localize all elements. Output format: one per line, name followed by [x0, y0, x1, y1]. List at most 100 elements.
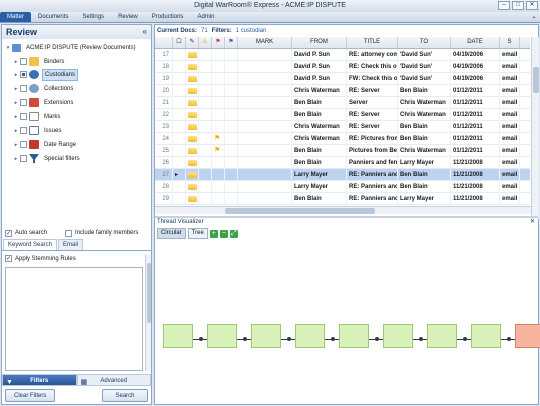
tab-keyword-search[interactable]: Keyword Search [3, 239, 58, 250]
folder-icon[interactable] [188, 195, 197, 202]
table-row[interactable]: 25 ⚑ Ben Blain Pictures from Bel Chris Water… [155, 144, 530, 157]
table-row[interactable]: 17 David P. Sun RE: attorney com 'David Sun… [155, 48, 530, 61]
tab-settings[interactable]: Settings [75, 12, 111, 22]
folder-icon[interactable] [186, 84, 199, 97]
red-flag-column-icon[interactable]: ⚑ [212, 37, 225, 48]
table-row[interactable]: 22 Ben Blain RE: Server Chris Waterman 01/12… [155, 108, 530, 121]
thread-node[interactable] [383, 324, 413, 348]
folder-icon[interactable] [188, 159, 197, 166]
folder-icon[interactable] [186, 132, 199, 145]
tab-filters[interactable]: ▼ Filters [2, 374, 77, 386]
thread-node[interactable] [207, 324, 237, 348]
tree-item-custodians[interactable]: ▸ Custodians [12, 68, 79, 81]
folder-icon[interactable] [188, 147, 197, 154]
expand-arrow-icon[interactable]: ▸ [12, 59, 20, 65]
folder-icon[interactable] [188, 99, 197, 106]
thread-node[interactable] [163, 324, 193, 348]
table-row[interactable]: 20 Chris Waterman RE: Server Ben Blain 01/12… [155, 84, 530, 97]
maximize-button[interactable]: □ [512, 1, 524, 10]
tab-admin[interactable]: Admin [190, 12, 221, 22]
folder-icon[interactable] [188, 87, 197, 94]
search-button[interactable]: Search [102, 389, 148, 402]
expand-arrow-icon[interactable]: ▸ [12, 72, 20, 78]
tree-item-special-filters[interactable]: ▸ Special filters [12, 152, 82, 165]
fit-view-icon[interactable]: ⤢ [229, 229, 238, 238]
tree-item-extensions[interactable]: ▸ Extensions [12, 96, 75, 109]
table-row[interactable]: 18 David P. Sun RE: Check this ou 'David Su… [155, 60, 530, 73]
checkbox-binders[interactable] [20, 58, 27, 65]
thread-node[interactable] [295, 324, 325, 348]
collapse-arrow-icon[interactable]: ▾ [4, 45, 12, 51]
folder-icon[interactable] [188, 123, 197, 130]
stemming-checkbox[interactable] [5, 255, 12, 262]
tab-circular[interactable]: Circular [157, 228, 186, 239]
blue-flag-column-icon[interactable]: ⚑ [225, 37, 238, 48]
column-to[interactable]: TO [398, 37, 451, 48]
table-row[interactable]: 26 Ben Blain Panniers and fen Larry Mayer 11… [155, 156, 530, 169]
close-visualizer-icon[interactable]: ✕ [530, 218, 535, 227]
folder-icon[interactable] [188, 51, 197, 58]
folder-icon[interactable] [186, 168, 199, 181]
checkbox-issues[interactable] [20, 127, 27, 134]
expand-arrow-icon[interactable]: ▸ [12, 86, 20, 92]
checkbox-collections[interactable] [20, 85, 27, 92]
checkbox-special-filters[interactable] [20, 155, 27, 162]
table-row[interactable]: 28 Larry Mayer RE: Panniers and Ben Blain 11… [155, 180, 530, 193]
thread-visualizer-canvas[interactable] [157, 241, 540, 404]
tree-root[interactable]: ▾ ACME:IP DISPUTE (Review Documents) [4, 41, 138, 54]
tree-item-marks[interactable]: ▸ Marks [12, 110, 62, 123]
grid-vertical-scrollbar[interactable] [531, 37, 539, 219]
table-row[interactable]: 29 Ben Blain RE: Panniers and Larry Mayer 11… [155, 192, 530, 205]
table-row[interactable]: 21 Ben Blain Server Chris Waterman 01/12/201… [155, 96, 530, 109]
column-date[interactable]: DATE [451, 37, 500, 48]
tab-email[interactable]: Email [58, 239, 84, 250]
checkbox-marks[interactable] [20, 113, 27, 120]
checkbox-date-range[interactable] [20, 141, 27, 148]
auto-search-option[interactable]: Auto search [5, 229, 47, 237]
tab-productions[interactable]: Productions [145, 12, 191, 22]
attachment-column-icon[interactable]: ✎ [186, 37, 199, 48]
tree-item-collections[interactable]: ▸ Collections [12, 82, 75, 95]
folder-icon[interactable] [186, 192, 199, 205]
auto-search-checkbox[interactable] [5, 229, 12, 237]
include-family-option[interactable]: Include family members [65, 229, 138, 237]
tab-matter[interactable]: Matter [0, 12, 32, 22]
folder-icon[interactable] [186, 156, 199, 169]
tree-item-date-range[interactable]: ▸ Date Range [12, 138, 78, 151]
folder-icon[interactable] [186, 96, 199, 109]
folder-icon[interactable] [186, 144, 199, 157]
thread-node[interactable] [339, 324, 369, 348]
folder-icon[interactable] [186, 180, 199, 193]
tab-review[interactable]: Review [111, 12, 145, 22]
expand-arrow-icon[interactable]: ▸ [12, 128, 20, 134]
checkbox-extensions[interactable] [20, 99, 27, 106]
folder-icon[interactable] [188, 111, 197, 118]
close-button[interactable]: ✕ [526, 1, 538, 10]
stemming-option[interactable]: Apply Stemming Rules [5, 255, 145, 262]
expand-arrow-icon[interactable]: ▸ [12, 100, 20, 106]
folder-icon[interactable] [188, 183, 197, 190]
collapse-ribbon-icon[interactable]: ⌄ [528, 12, 540, 22]
folder-icon[interactable] [186, 60, 199, 73]
table-row[interactable]: 24 ⚑ Chris Waterman RE: Pictures from Ben Bl… [155, 132, 530, 145]
grid-horizontal-scrollbar[interactable] [155, 206, 531, 214]
minimize-button[interactable]: – [498, 1, 510, 10]
thread-node[interactable] [471, 324, 501, 348]
table-row[interactable]: 23 Chris Waterman RE: Server Ben Blain 01/12… [155, 120, 530, 133]
zoom-in-icon[interactable]: + [209, 229, 218, 238]
expand-arrow-icon[interactable]: ▸ [12, 156, 20, 162]
folder-icon[interactable] [188, 63, 197, 70]
include-family-checkbox[interactable] [65, 229, 73, 237]
folder-icon[interactable] [188, 75, 197, 82]
folder-icon[interactable] [186, 108, 199, 121]
folder-icon[interactable] [186, 72, 199, 85]
select-column-icon[interactable]: ☐ [173, 37, 186, 48]
thread-node[interactable] [515, 324, 540, 348]
thread-node[interactable] [427, 324, 457, 348]
filters-summary[interactable]: 1 custodian [236, 28, 267, 34]
column-mark[interactable]: MARK [238, 37, 292, 48]
column-title[interactable]: TITLE [347, 37, 398, 48]
table-row[interactable]: 27 ▸ Larry Mayer RE: Panniers and Ben Blain 1… [155, 168, 530, 181]
collapse-panel-icon[interactable]: « [143, 25, 147, 39]
warning-column-icon[interactable]: ⚠ [199, 37, 212, 48]
